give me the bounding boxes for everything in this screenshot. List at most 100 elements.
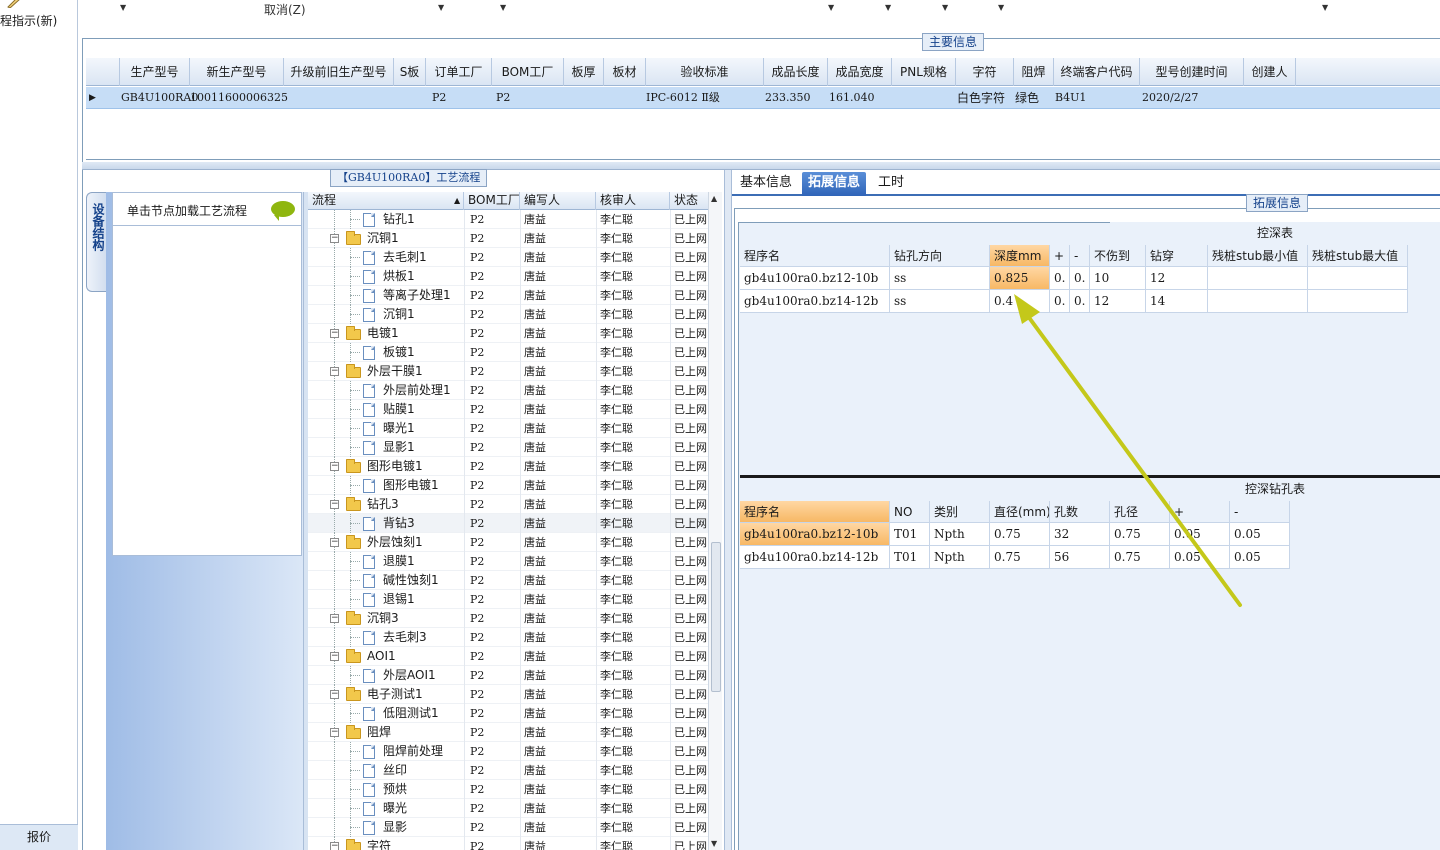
col-flow[interactable]: 流程 [308,192,464,210]
tree-row[interactable]: 等离子处理1 P2 唐益 李仁聪 已上网 [308,286,708,305]
dropdown-caret-icon[interactable]: ▼ [998,3,1004,12]
tree-row[interactable]: − 阻焊 P2 唐益 李仁聪 已上网 [308,723,708,742]
drill-cell[interactable]: 0.75 [990,546,1050,569]
depth-cell[interactable]: 0.4 [990,290,1050,313]
quote-button[interactable]: 报价 [0,824,78,850]
depth-header-cell[interactable]: 钻穿 [1146,245,1208,267]
collapse-icon[interactable]: − [330,500,339,509]
col-pnl[interactable]: PNL规格 [892,58,956,86]
tree-row[interactable]: 去毛刺3 P2 唐益 李仁聪 已上网 [308,628,708,647]
scroll-up-icon[interactable]: ▲ [711,194,717,203]
drill-cell[interactable]: 0.05 [1230,546,1290,569]
depth-header-cell[interactable]: 不伤到 [1090,245,1146,267]
tab-basic-info[interactable]: 基本信息 [734,172,798,196]
drill-cell[interactable]: 0.75 [1110,523,1170,546]
col-created[interactable]: 型号创建时间 [1140,58,1244,86]
tree-row[interactable]: 碱性蚀刻1 P2 唐益 李仁聪 已上网 [308,571,708,590]
depth-cell[interactable]: 0. [1070,267,1090,290]
col-reviewer[interactable]: 核审人 [596,192,670,210]
tree-row[interactable]: − 图形电镀1 P2 唐益 李仁聪 已上网 [308,457,708,476]
tree-row[interactable]: − 钻孔3 P2 唐益 李仁聪 已上网 [308,495,708,514]
drill-cell[interactable]: 0.05 [1170,546,1230,569]
depth-cell[interactable]: 0. [1050,267,1070,290]
tab-work-hours[interactable]: 工时 [872,172,910,196]
tree-row[interactable]: 背钻3 P2 唐益 李仁聪 已上网 [308,514,708,533]
depth-cell[interactable] [1308,267,1408,290]
depth-cell[interactable] [1208,290,1308,313]
depth-cell[interactable]: gb4u100ra0.bz12-10b [740,267,890,290]
tree-row[interactable]: 显影 P2 唐益 李仁聪 已上网 [308,818,708,837]
drill-cell[interactable]: 0.75 [1110,546,1170,569]
depth-header-cell[interactable]: - [1070,245,1090,267]
tab-equipment-structure[interactable]: 设备结构 [86,192,108,292]
col-char[interactable]: 字符 [956,58,1014,86]
drill-cell[interactable]: gb4u100ra0.bz14-12b [740,546,890,569]
vertical-splitter[interactable] [724,170,732,850]
drill-header-cell[interactable]: 孔径 [1110,501,1170,523]
col-mask[interactable]: 阻焊 [1014,58,1054,86]
dropdown-caret-icon[interactable]: ▼ [438,3,444,12]
drill-header-cell[interactable]: 孔数 [1050,501,1110,523]
col-length[interactable]: 成品长度 [764,58,828,86]
depth-header-cell[interactable]: 残桩stub最小值 [1208,245,1308,267]
drill-header-cell[interactable]: 类别 [930,501,990,523]
tree-row[interactable]: − 电子测试1 P2 唐益 李仁聪 已上网 [308,685,708,704]
tree-row[interactable]: 板镀1 P2 唐益 李仁聪 已上网 [308,343,708,362]
scroll-thumb[interactable] [711,542,721,692]
depth-cell[interactable]: 12 [1090,290,1146,313]
col-s-board[interactable]: S板 [394,58,426,86]
tree-row[interactable]: 外层前处理1 P2 唐益 李仁聪 已上网 [308,381,708,400]
depth-header-cell[interactable]: 残桩stub最大值 [1308,245,1408,267]
collapse-icon[interactable]: − [330,234,339,243]
col-thickness[interactable]: 板厚 [564,58,604,86]
depth-cell[interactable]: 0.825 [990,267,1050,290]
tree-row[interactable]: 曝光 P2 唐益 李仁聪 已上网 [308,799,708,818]
col-bom-factory[interactable]: BOM工厂 [464,192,520,210]
tree-row[interactable]: 图形电镀1 P2 唐益 李仁聪 已上网 [308,476,708,495]
col-prod-model[interactable]: 生产型号 [120,58,190,86]
col-width[interactable]: 成品宽度 [828,58,892,86]
tree-row[interactable]: 钻孔1 P2 唐益 李仁聪 已上网 [308,210,708,229]
drill-cell[interactable]: Npth [930,523,990,546]
col-standard[interactable]: 验收标准 [646,58,764,86]
tree-row[interactable]: − 外层蚀刻1 P2 唐益 李仁聪 已上网 [308,533,708,552]
depth-header-cell[interactable]: 程序名 [740,245,890,267]
instruction-new-button[interactable]: 程指示(新) [0,12,57,29]
tree-row[interactable]: 贴膜1 P2 唐益 李仁聪 已上网 [308,400,708,419]
tree-row[interactable]: 阻焊前处理 P2 唐益 李仁聪 已上网 [308,742,708,761]
depth-cell[interactable]: 12 [1146,267,1208,290]
tree-row[interactable]: − 字符 P2 唐益 李仁聪 已上网 [308,837,708,850]
dropdown-caret-icon[interactable]: ▼ [500,3,506,12]
tree-row[interactable]: 预烘 P2 唐益 李仁聪 已上网 [308,780,708,799]
depth-header-cell[interactable]: 深度mm [990,245,1050,267]
drill-cell[interactable]: T01 [890,546,930,569]
tree-row[interactable]: 外层AOI1 P2 唐益 李仁聪 已上网 [308,666,708,685]
drill-cell[interactable]: 56 [1050,546,1110,569]
tree-row[interactable]: 去毛刺1 P2 唐益 李仁聪 已上网 [308,248,708,267]
dropdown-caret-icon[interactable]: ▼ [942,3,948,12]
tree-row[interactable]: 退膜1 P2 唐益 李仁聪 已上网 [308,552,708,571]
drill-cell[interactable]: 0.05 [1230,523,1290,546]
tree-scrollbar[interactable]: ▲ ▼ [708,192,722,850]
drill-header-cell[interactable]: - [1230,501,1290,523]
tree-row[interactable]: − AOI1 P2 唐益 李仁聪 已上网 [308,647,708,666]
col-bom-factory[interactable]: BOM工厂 [492,58,564,86]
depth-cell[interactable] [1208,267,1308,290]
collapse-icon[interactable]: − [330,614,339,623]
collapse-icon[interactable]: − [330,462,339,471]
tree-row[interactable]: 丝印 P2 唐益 李仁聪 已上网 [308,761,708,780]
depth-cell[interactable]: 0. [1070,290,1090,313]
collapse-icon[interactable]: − [330,690,339,699]
col-old-model[interactable]: 升级前旧生产型号 [284,58,394,86]
dropdown-caret-icon[interactable]: ▼ [828,3,834,12]
collapse-icon[interactable]: − [330,538,339,547]
drill-cell[interactable]: T01 [890,523,930,546]
drill-header-cell[interactable]: 程序名 [740,501,890,523]
depth-cell[interactable]: ss [890,267,990,290]
collapse-icon[interactable]: − [330,652,339,661]
depth-header-cell[interactable]: + [1050,245,1070,267]
collapse-icon[interactable]: − [330,329,339,338]
tree-row[interactable]: − 外层干膜1 P2 唐益 李仁聪 已上网 [308,362,708,381]
tree-row[interactable]: 烘板1 P2 唐益 李仁聪 已上网 [308,267,708,286]
drill-cell[interactable]: 32 [1050,523,1110,546]
